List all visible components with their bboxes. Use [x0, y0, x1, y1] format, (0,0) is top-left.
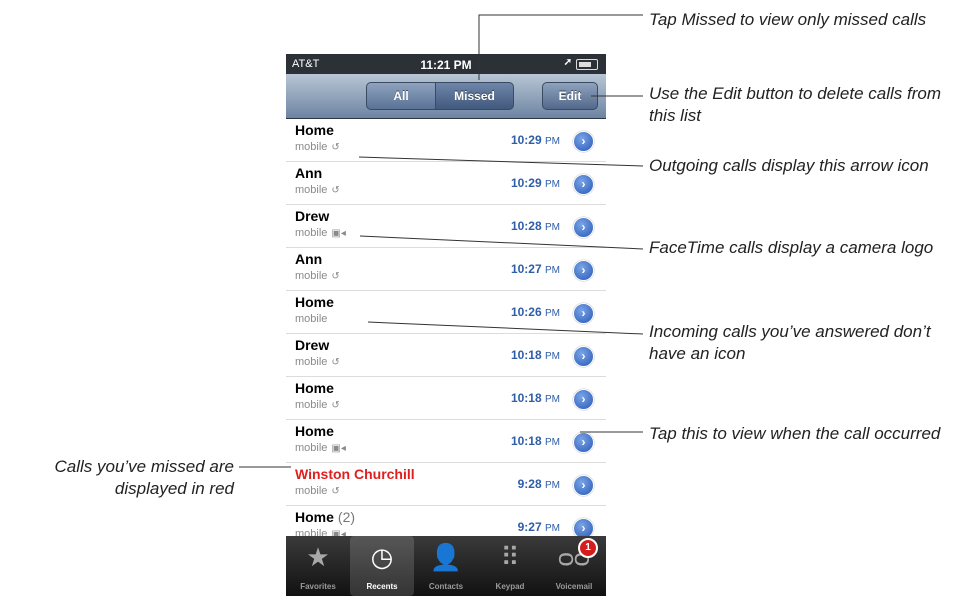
tab-favorites[interactable]: ★ Favorites: [286, 536, 350, 596]
call-row[interactable]: Winston Churchill mobile ↺ 9:28 PM ›: [286, 463, 606, 506]
call-time: 10:26 PM: [510, 305, 560, 319]
tab-label: Favorites: [300, 582, 336, 591]
caller-name: Drew: [295, 337, 330, 353]
call-type: mobile ↺: [295, 356, 340, 368]
call-type: mobile ↺: [295, 184, 340, 196]
facetime-camera-icon: ▣◂: [331, 443, 346, 454]
outgoing-arrow-icon: ↺: [331, 271, 340, 282]
caller-name: Winston Churchill: [295, 466, 415, 482]
outgoing-arrow-icon: ↺: [331, 400, 340, 411]
call-type: mobile ▣◂: [295, 442, 346, 454]
call-time: 10:28 PM: [510, 219, 560, 233]
keypad-icon: ⠿: [500, 542, 520, 572]
iphone-screen: AT&T 11:21 PM ➚ All Missed Edit Home mobi…: [286, 54, 606, 596]
call-time: 10:18 PM: [510, 348, 560, 362]
call-row[interactable]: Drew mobile ↺ 10:18 PM ›: [286, 334, 606, 377]
caller-name: Home: [295, 294, 334, 310]
battery-icon: [576, 59, 598, 70]
detail-disclosure-icon[interactable]: ›: [573, 432, 594, 453]
call-time: 10:29 PM: [510, 176, 560, 190]
caller-name: Home: [295, 423, 334, 439]
tab-bar: ★ Favorites ◷ Recents 👤 Contacts ⠿ Keypad ᴑᴑ Voic…: [286, 536, 606, 596]
call-time: 9:27 PM: [517, 520, 560, 534]
callout-edit: Use the Edit button to delete calls from…: [649, 84, 941, 125]
callout-facetime: FaceTime calls display a camera logo: [649, 238, 934, 257]
callout-outgoing: Outgoing calls display this arrow icon: [649, 156, 929, 175]
recents-list: Home mobile ↺ 10:29 PM › Ann mobile ↺ 10:29 PM › D…: [286, 119, 606, 592]
call-type: mobile ↺: [295, 141, 340, 153]
callout-missed-tab: Tap Missed to view only missed calls: [649, 10, 927, 29]
detail-disclosure-icon[interactable]: ›: [573, 217, 594, 238]
call-type: mobile: [295, 313, 328, 325]
detail-disclosure-icon[interactable]: ›: [573, 475, 594, 496]
call-row[interactable]: Ann mobile ↺ 10:27 PM ›: [286, 248, 606, 291]
tab-recents[interactable]: ◷ Recents: [350, 536, 414, 596]
caller-name: Drew: [295, 208, 330, 224]
clock-icon: ◷: [370, 542, 394, 572]
outgoing-arrow-icon: ↺: [331, 185, 340, 196]
call-type: mobile ↺: [295, 270, 340, 282]
star-icon: ★: [306, 542, 330, 572]
tab-keypad[interactable]: ⠿ Keypad: [478, 536, 542, 596]
call-type: mobile ↺: [295, 485, 340, 497]
detail-disclosure-icon[interactable]: ›: [573, 174, 594, 195]
voicemail-badge: 1: [578, 538, 598, 558]
callout-detail: Tap this to view when the call occurred: [649, 424, 941, 443]
nav-bar: All Missed Edit: [286, 74, 606, 119]
tab-label: Voicemail: [555, 582, 593, 591]
call-time: 9:28 PM: [517, 477, 560, 491]
detail-disclosure-icon[interactable]: ›: [573, 346, 594, 367]
tab-label: Keypad: [495, 582, 525, 591]
callout-missed-red: Calls you’ve missed are displayed in red: [54, 457, 234, 498]
call-row[interactable]: Home mobile 10:26 PM ›: [286, 291, 606, 334]
call-time: 10:18 PM: [510, 391, 560, 405]
caller-name: Home(2): [295, 509, 356, 525]
call-count: (2): [337, 509, 356, 525]
caller-name: Ann: [295, 165, 323, 181]
call-row[interactable]: Drew mobile ▣◂ 10:28 PM ›: [286, 205, 606, 248]
status-bar: AT&T 11:21 PM ➚: [286, 54, 606, 74]
call-row[interactable]: Home mobile ↺ 10:29 PM ›: [286, 119, 606, 162]
tab-voicemail[interactable]: ᴑᴑ Voicemail 1: [542, 536, 606, 596]
caller-name: Home: [295, 380, 334, 396]
segment-missed-button[interactable]: Missed: [435, 82, 514, 110]
call-row[interactable]: Ann mobile ↺ 10:29 PM ›: [286, 162, 606, 205]
call-row[interactable]: Home mobile ▣◂ 10:18 PM ›: [286, 420, 606, 463]
call-type: mobile ▣◂: [295, 227, 346, 239]
callout-incoming: Incoming calls you’ve answered don’t hav…: [649, 322, 931, 363]
outgoing-arrow-icon: ↺: [331, 142, 340, 153]
facetime-camera-icon: ▣◂: [331, 228, 346, 239]
detail-disclosure-icon[interactable]: ›: [573, 303, 594, 324]
call-time: 10:29 PM: [510, 133, 560, 147]
tab-label: Contacts: [428, 582, 464, 591]
status-time: 11:21 PM: [420, 58, 472, 72]
caller-name: Home: [295, 122, 334, 138]
call-time: 10:27 PM: [510, 262, 560, 276]
detail-disclosure-icon[interactable]: ›: [573, 389, 594, 410]
call-time: 10:18 PM: [510, 434, 560, 448]
caller-name: Ann: [295, 251, 323, 267]
detail-disclosure-icon[interactable]: ›: [573, 131, 594, 152]
outgoing-arrow-icon: ↺: [331, 357, 340, 368]
tab-contacts[interactable]: 👤 Contacts: [414, 536, 478, 596]
call-row[interactable]: Home mobile ↺ 10:18 PM ›: [286, 377, 606, 420]
person-icon: 👤: [429, 542, 463, 572]
location-arrow-icon: ➚: [563, 57, 572, 68]
call-type: mobile ↺: [295, 399, 340, 411]
edit-button[interactable]: Edit: [542, 82, 598, 110]
outgoing-arrow-icon: ↺: [331, 486, 340, 497]
segment-all-button[interactable]: All: [366, 82, 436, 110]
detail-disclosure-icon[interactable]: ›: [573, 260, 594, 281]
tab-label: Recents: [366, 582, 398, 591]
